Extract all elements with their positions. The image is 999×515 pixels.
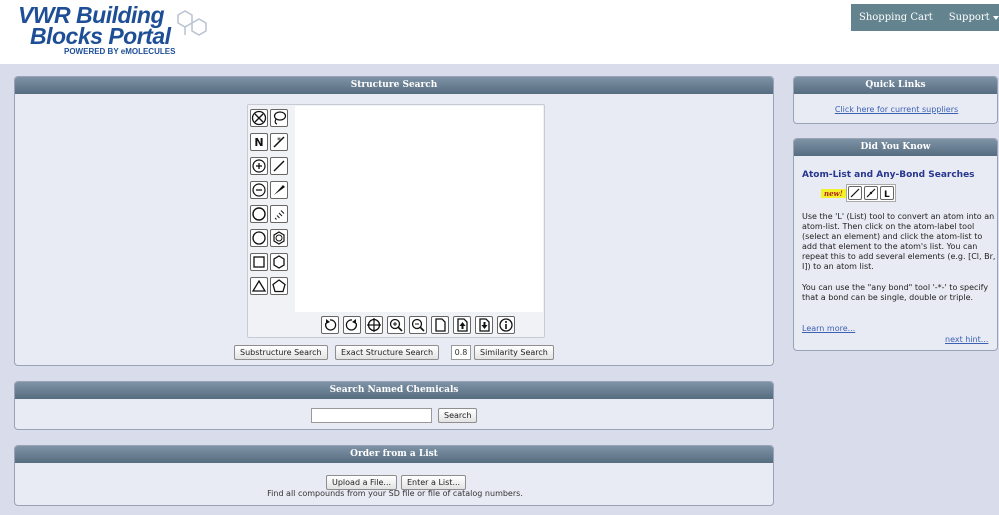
chemical-name-input[interactable] [311,408,432,423]
named-chemicals-title: Search Named Chemicals [15,382,773,399]
did-you-know-paragraph-1: Use the 'L' (List) tool to convert an at… [802,212,996,271]
charge-minus-icon[interactable] [250,181,268,199]
order-list-title: Order from a List [15,446,773,463]
structure-search-title: Structure Search [15,77,773,94]
logo[interactable]: VWR Building Blocks Portal POWERED BY eM… [18,4,207,57]
sample-list-tool-icon: L [880,186,894,200]
enter-list-button[interactable]: Enter a List... [401,475,467,490]
quick-links-row: Click here for current suppliers [794,105,997,115]
next-hint-link[interactable]: next hint... [945,335,988,344]
shopping-cart-link[interactable]: Shopping Cart [851,12,941,23]
did-you-know-heading: Atom-List and Any-Bond Searches [802,170,975,180]
single-bond-icon[interactable] [270,157,288,175]
current-suppliers-link[interactable]: Click here for current suppliers [835,105,958,114]
molecule-logo-icon [177,10,207,36]
quick-links-panel: Quick Links Click here for current suppl… [793,76,998,124]
did-you-know-paragraph-2: You can use the "any bond" tool '-*-' to… [802,283,989,302]
hexagon-ring-icon[interactable] [270,253,288,271]
sample-tool-strip: L [846,184,896,202]
export-icon[interactable] [475,316,493,334]
quick-links-title: Quick Links [794,77,997,94]
did-you-know-title: Did You Know [794,139,997,156]
benzene-ring-icon[interactable] [270,229,288,247]
order-list-description: Find all compounds from your SD file or … [267,489,523,498]
center-icon[interactable] [365,316,383,334]
zoom-out-icon[interactable] [409,316,427,334]
sample-atom-tool-icon [848,186,862,200]
zoom-in-icon[interactable] [387,316,405,334]
square-ring-icon[interactable] [250,253,268,271]
named-chemicals-panel: Search Named Chemicals Search [14,381,774,430]
main-area: Structure Search N * Substructure Search… [0,64,999,515]
chain-tool-icon[interactable] [250,205,268,223]
import-icon[interactable] [453,316,471,334]
header: VWR Building Blocks Portal POWERED BY eM… [0,0,999,64]
similarity-threshold-input[interactable]: 0.8 [451,345,471,360]
drawing-canvas[interactable] [295,106,543,312]
support-menu[interactable]: Support [941,12,999,23]
info-icon[interactable] [497,316,515,334]
substructure-search-button[interactable]: Substructure Search [234,345,328,360]
atom-label-text: N [254,135,264,149]
support-label: Support [948,12,990,23]
svg-text:L: L [884,190,890,199]
structure-editor: N * [247,104,545,338]
named-search-button[interactable]: Search [438,408,478,423]
svg-text:*: * [277,136,281,145]
hash-bond-icon[interactable] [270,205,288,223]
lasso-tool-icon[interactable] [270,109,288,127]
undo-icon[interactable] [321,316,339,334]
pentagon-ring-icon[interactable] [270,277,288,295]
charge-plus-icon[interactable] [250,157,268,175]
redo-icon[interactable] [343,316,361,334]
did-you-know-panel: Did You Know Atom-List and Any-Bond Sear… [793,138,998,351]
upload-file-button[interactable]: Upload a File... [326,475,398,490]
atom-label-tool[interactable]: N [250,133,268,151]
logo-line-2: Blocks Portal [30,23,171,49]
top-nav: Shopping Cart Support [851,4,999,31]
clear-tool-icon[interactable] [250,109,268,127]
ring-circle-icon[interactable] [250,229,268,247]
order-list-panel: Order from a List Upload a File... Enter… [14,445,774,506]
structure-search-panel: Structure Search N * Substructure Search… [14,76,774,366]
sample-any-bond-icon [864,186,878,200]
chevron-down-icon [992,15,999,20]
learn-more-link[interactable]: Learn more... [802,324,855,333]
any-bond-tool-icon[interactable]: * [270,133,288,151]
triangle-ring-icon[interactable] [250,277,268,295]
new-badge: new! [821,189,846,198]
similarity-search-button[interactable]: Similarity Search [474,345,554,360]
new-document-icon[interactable] [431,316,449,334]
wedge-bond-icon[interactable] [270,181,288,199]
exact-structure-search-button[interactable]: Exact Structure Search [335,345,440,360]
